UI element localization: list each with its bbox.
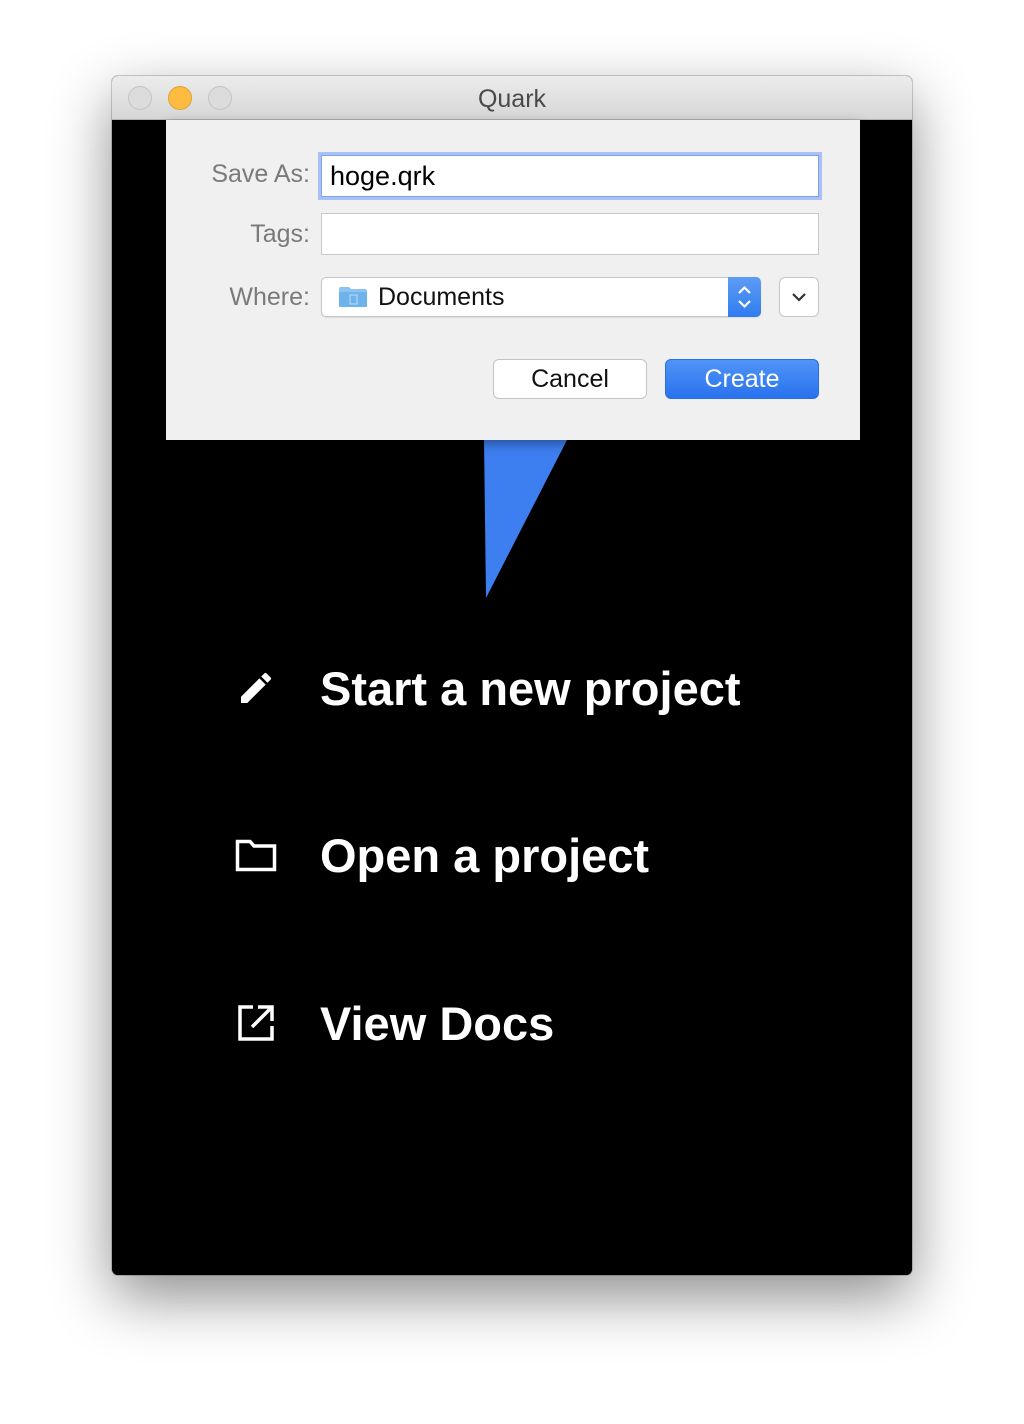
app-window: Quark Start a new project Open a project bbox=[112, 76, 912, 1275]
save-sheet: Save As: hoge.qrk Tags: Where: Documents bbox=[166, 120, 860, 440]
save-as-label: Save As: bbox=[211, 160, 310, 188]
start-new-project-item[interactable]: Start a new project bbox=[234, 658, 741, 718]
external-link-icon bbox=[234, 1001, 278, 1045]
where-popup-label: Documents bbox=[378, 283, 505, 311]
open-project-item[interactable]: Open a project bbox=[234, 825, 649, 885]
expand-browser-button[interactable] bbox=[779, 277, 819, 317]
chevron-down-icon bbox=[780, 293, 818, 320]
open-project-label: Open a project bbox=[320, 828, 650, 882]
start-new-project-label: Start a new project bbox=[320, 661, 741, 715]
folder-icon bbox=[234, 833, 278, 877]
pencil-icon bbox=[234, 666, 278, 710]
tags-label: Tags: bbox=[250, 220, 310, 248]
welcome-screen: Start a new project Open a project View … bbox=[112, 120, 912, 1275]
title-bar[interactable]: Quark bbox=[112, 76, 912, 120]
window-title: Quark bbox=[477, 85, 547, 113]
create-button[interactable]: Create bbox=[665, 359, 819, 399]
cancel-button[interactable]: Cancel bbox=[493, 359, 647, 399]
tags-field[interactable] bbox=[321, 213, 819, 255]
view-docs-item[interactable]: View Docs bbox=[234, 993, 554, 1053]
save-as-field[interactable]: hoge.qrk bbox=[321, 155, 819, 197]
where-label: Where: bbox=[229, 283, 310, 311]
folder-icon bbox=[338, 286, 368, 313]
where-popup[interactable]: Documents bbox=[321, 277, 761, 317]
quark-logo bbox=[432, 440, 567, 598]
popup-stepper-icon bbox=[728, 277, 761, 317]
view-docs-label: View Docs bbox=[320, 996, 555, 1050]
